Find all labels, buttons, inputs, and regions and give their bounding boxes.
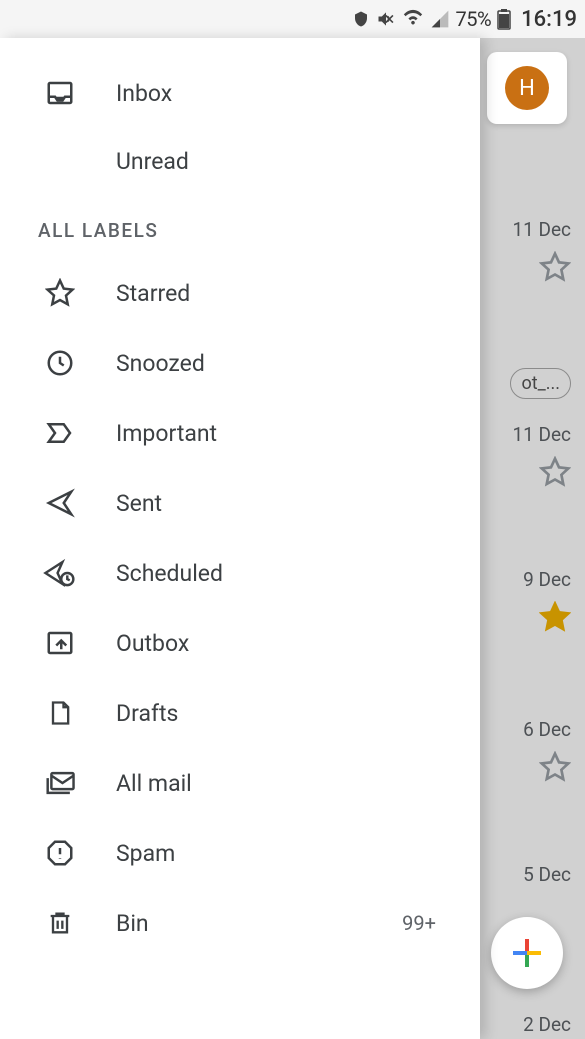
star-icon <box>42 278 78 308</box>
drawer-item-starred[interactable]: Starred <box>0 258 480 328</box>
navigation-drawer: Inbox Unread ALL LABELS Starred Snoozed … <box>0 38 480 1039</box>
section-header-all-labels: ALL LABELS <box>0 195 480 258</box>
scheduled-icon <box>42 558 78 588</box>
clock-time: 16:19 <box>521 7 577 32</box>
avatar-letter: H <box>519 76 535 101</box>
drawer-item-allmail[interactable]: All mail <box>0 748 480 818</box>
drawer-item-outbox[interactable]: Outbox <box>0 608 480 678</box>
drawer-scrim[interactable] <box>480 38 585 1039</box>
drawer-item-inbox[interactable]: Inbox <box>0 58 480 128</box>
drawer-item-spam[interactable]: Spam <box>0 818 480 888</box>
avatar[interactable]: H <box>505 66 549 110</box>
wifi-icon <box>402 8 424 30</box>
drawer-item-label: Scheduled <box>116 560 456 587</box>
status-bar: 75% 16:19 <box>0 0 585 38</box>
drawer-item-important[interactable]: Important <box>0 398 480 468</box>
drawer-item-label: Starred <box>116 280 456 307</box>
drawer-item-label: Sent <box>116 490 456 517</box>
drawer-item-snoozed[interactable]: Snoozed <box>0 328 480 398</box>
drawer-item-label: Unread <box>116 148 456 175</box>
drawer-item-label: Bin <box>116 910 364 937</box>
drawer-item-label: Inbox <box>116 80 456 107</box>
battery-icon <box>497 8 511 30</box>
drawer-item-unread[interactable]: Unread <box>0 128 480 195</box>
spam-icon <box>42 838 78 868</box>
drafts-icon <box>42 698 78 728</box>
battery-percentage: 75% <box>456 7 492 31</box>
mute-icon <box>376 9 396 29</box>
drawer-item-bin[interactable]: Bin 99+ <box>0 888 480 958</box>
inbox-icon <box>42 78 78 108</box>
outbox-icon <box>42 628 78 658</box>
signal-icon <box>430 9 450 29</box>
account-card[interactable]: H <box>487 52 567 124</box>
clock-icon <box>42 348 78 378</box>
sent-icon <box>42 488 78 518</box>
drawer-item-label: Spam <box>116 840 456 867</box>
drawer-item-sent[interactable]: Sent <box>0 468 480 538</box>
drawer-item-label: Important <box>116 420 456 447</box>
drawer-item-label: Drafts <box>116 700 456 727</box>
important-icon <box>42 418 78 448</box>
drawer-item-scheduled[interactable]: Scheduled <box>0 538 480 608</box>
drawer-item-label: Outbox <box>116 630 456 657</box>
bin-icon <box>42 908 78 938</box>
alarm-icon <box>352 10 370 28</box>
compose-button[interactable] <box>491 917 563 989</box>
drawer-item-count: 99+ <box>402 911 436 935</box>
plus-icon <box>509 935 545 971</box>
drawer-item-label: All mail <box>116 770 456 797</box>
drawer-item-label: Snoozed <box>116 350 456 377</box>
drawer-item-drafts[interactable]: Drafts <box>0 678 480 748</box>
allmail-icon <box>42 768 78 798</box>
